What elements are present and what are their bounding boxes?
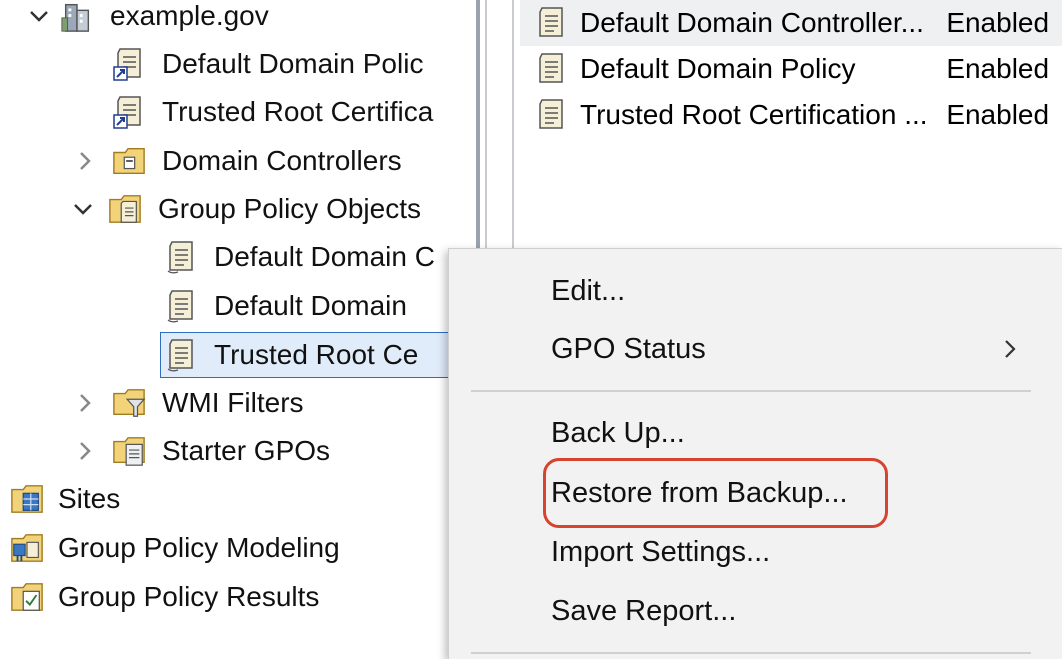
menu-item-back-up[interactable]: Back Up...: [551, 413, 685, 453]
menu-item-save-report[interactable]: Save Report...: [551, 591, 736, 631]
list-row[interactable]: Trusted Root Certification ... Enabled: [520, 92, 1062, 138]
tree-item-label: Group Policy Modeling: [58, 532, 340, 563]
tree-item-label: Trusted Root Ce: [214, 339, 419, 370]
gpo-icon: [534, 4, 568, 42]
tree-item-group-policy-modeling[interactable]: Group Policy Modeling: [10, 526, 340, 570]
list-cell-name: Default Domain Policy: [580, 53, 856, 84]
submenu-arrow-icon: [1003, 337, 1017, 366]
chevron-down-icon[interactable]: [72, 198, 94, 220]
gpo-folder-icon: [108, 190, 142, 228]
tree-item-gpo-link-trusted-root[interactable]: Trusted Root Certifica: [112, 90, 433, 134]
highlight-annotation: [543, 458, 888, 528]
tree-item-label: Default Domain Polic: [162, 48, 424, 79]
menu-item-edit[interactable]: Edit...: [551, 271, 625, 311]
chevron-right-icon[interactable]: [74, 440, 96, 462]
list-cell-status: Enabled: [946, 7, 1050, 38]
list-cell-status: Enabled: [946, 99, 1050, 130]
tree-item-label: Default Domain C: [214, 241, 435, 272]
menu-item-label: GPO Status: [551, 332, 706, 365]
list-row[interactable]: Default Domain Policy Enabled: [520, 46, 1062, 92]
tree-item-gpo-link-default-domain[interactable]: Default Domain Polic: [112, 42, 423, 86]
list-row[interactable]: Default Domain Controller... Enabled: [520, 0, 1062, 46]
chevron-down-icon[interactable]: [28, 5, 50, 27]
list-cell-name: Default Domain Controller...: [580, 7, 924, 38]
context-menu: Edit... GPO Status Back Up... Restore fr…: [448, 248, 1062, 659]
tree-item-label: Domain Controllers: [162, 145, 402, 176]
tree-item-gpo-trusted-root-selected[interactable]: Trusted Root Ce: [160, 332, 470, 378]
gpo-icon: [534, 50, 568, 88]
tree-item-label: Group Policy Results: [58, 581, 320, 612]
menu-item-label: Save Report...: [551, 594, 737, 627]
starter-folder-icon: [112, 432, 146, 470]
gpo-icon: [164, 287, 198, 325]
gpo-icon: [164, 336, 198, 374]
tree-item-label: Group Policy Objects: [158, 193, 421, 224]
tree-item-sites[interactable]: Sites: [10, 477, 120, 521]
sites-icon: [10, 480, 44, 518]
domain-icon: [60, 0, 94, 35]
tree-item-wmi-filters[interactable]: WMI Filters: [74, 381, 304, 425]
menu-separator: [471, 652, 1031, 654]
tree-item-domain-controllers[interactable]: Domain Controllers: [74, 139, 402, 183]
gpo-link-icon: [112, 93, 146, 131]
gpo-icon: [164, 238, 198, 276]
console-tree: example.gov Default Domain Polic Trusted…: [0, 0, 470, 658]
menu-item-label: Import Settings...: [551, 535, 771, 568]
gpo-icon: [534, 96, 568, 134]
chevron-right-icon[interactable]: [74, 150, 96, 172]
tree-item-starter-gpos[interactable]: Starter GPOs: [74, 429, 330, 473]
menu-item-import-settings[interactable]: Import Settings...: [551, 532, 770, 572]
menu-item-label: Edit...: [551, 274, 626, 307]
modeling-icon: [10, 529, 44, 567]
menu-item-gpo-status[interactable]: GPO Status: [551, 329, 1031, 369]
tree-item-group-policy-objects[interactable]: Group Policy Objects: [72, 187, 421, 231]
menu-separator: [471, 390, 1031, 392]
tree-item-label: Default Domain: [214, 290, 407, 321]
tree-item-gpo-default-domain-controllers[interactable]: Default Domain C: [164, 235, 435, 279]
menu-item-label: Back Up...: [551, 416, 685, 449]
list-cell-status: Enabled: [946, 53, 1050, 84]
tree-item-label: WMI Filters: [162, 387, 304, 418]
tree-item-group-policy-results[interactable]: Group Policy Results: [10, 575, 319, 619]
results-icon: [10, 578, 44, 616]
tree-item-label: example.gov: [110, 0, 269, 31]
tree-item-label: Starter GPOs: [162, 435, 331, 466]
chevron-right-icon[interactable]: [74, 392, 96, 414]
tree-item-domain[interactable]: example.gov: [28, 0, 269, 38]
list-cell-name: Trusted Root Certification ...: [580, 99, 928, 130]
tree-item-gpo-default-domain-policy[interactable]: Default Domain: [164, 284, 407, 328]
wmi-folder-icon: [112, 384, 146, 422]
ou-icon: [112, 142, 146, 180]
tree-item-label: Trusted Root Certifica: [162, 96, 434, 127]
tree-item-label: Sites: [58, 483, 121, 514]
gpo-link-icon: [112, 45, 146, 83]
